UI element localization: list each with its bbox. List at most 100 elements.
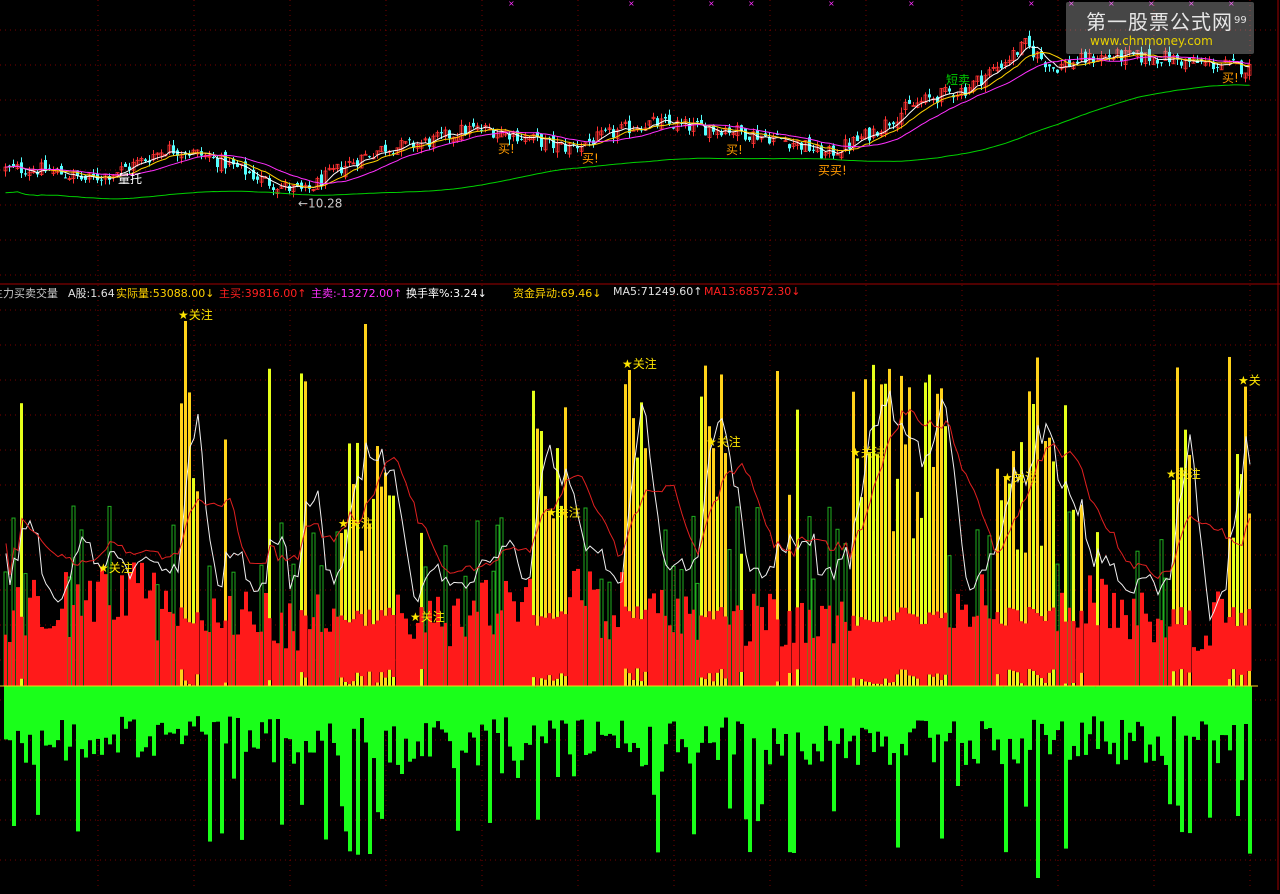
candle — [144, 159, 147, 162]
sell-volume-bar — [4, 686, 8, 740]
sell-volume-bar — [360, 686, 364, 719]
buy-volume-fill — [444, 622, 447, 686]
sell-volume-bar — [344, 686, 348, 832]
sell-volume-bar — [1084, 686, 1088, 755]
candle — [1160, 62, 1163, 64]
buy-volume-base — [719, 607, 724, 670]
buy-volume-base — [1063, 621, 1068, 684]
sell-volume-bar — [148, 686, 152, 737]
sell-volume-bar — [572, 686, 576, 777]
sell-volume-bar — [908, 686, 912, 733]
sell-volume-bar — [40, 686, 44, 731]
sell-volume-bar — [228, 686, 232, 717]
sell-volume-bar — [276, 686, 280, 720]
buy-volume-bar — [508, 592, 512, 686]
sell-volume-bar — [796, 686, 800, 733]
sell-volume-bar — [56, 686, 60, 741]
sell-volume-bar — [596, 686, 600, 722]
candle — [1232, 58, 1235, 61]
buy-volume-base — [899, 607, 904, 670]
buy-volume-fill — [756, 605, 759, 686]
buy-volume-bar — [148, 590, 152, 686]
sell-volume-bar — [1172, 686, 1176, 717]
sell-volume-bar — [420, 686, 424, 757]
candle — [408, 139, 411, 141]
sell-volume-bar — [1008, 686, 1012, 739]
buy-volume-base — [1051, 607, 1056, 670]
buy-volume-base — [367, 609, 372, 672]
sell-volume-bar — [1000, 686, 1004, 765]
buy-volume-bar — [760, 607, 764, 686]
sell-volume-bar — [620, 686, 624, 721]
sell-volume-bar — [448, 686, 452, 742]
sell-volume-bar — [1012, 686, 1016, 760]
sell-volume-bar — [504, 686, 508, 718]
sell-volume-bar — [824, 686, 828, 726]
sell-volume-bar — [604, 686, 608, 736]
sell-volume-bar — [1152, 686, 1156, 761]
buy-volume-bar — [516, 621, 520, 686]
candle — [1056, 69, 1059, 73]
sell-volume-bar — [1236, 686, 1240, 816]
watch-signal-label: ★关注 — [1002, 470, 1037, 485]
sell-volume-bar — [948, 686, 952, 733]
buy-volume-fill — [24, 635, 27, 686]
buy-volume-bar — [1156, 618, 1160, 686]
buy-volume-bar — [1124, 615, 1128, 686]
buy-volume-fill — [320, 631, 323, 686]
buy-volume-bar — [468, 615, 472, 686]
sell-volume-bar — [168, 686, 172, 733]
buy-volume-bar — [1060, 592, 1064, 686]
buy-volume-fill — [692, 609, 695, 686]
watch-signal-label: ★关注 — [850, 444, 885, 459]
volume-chart[interactable]: ★关注 ★关注 ★关注 ★关注 ★关注 ★关注 ★关注 ★关注 ★关注 ★关注 ★关 — [0, 307, 1261, 878]
buy-volume-fill — [948, 627, 951, 686]
sell-volume-bar — [1160, 686, 1164, 756]
candle — [1028, 35, 1031, 47]
buy-volume-base — [563, 614, 568, 677]
sell-volume-bar — [540, 686, 544, 737]
sell-volume-bar — [188, 686, 192, 722]
buy-volume-fill — [312, 617, 315, 686]
ma5-line — [5, 45, 1250, 189]
watch-signal-label: ★关注 — [178, 307, 213, 322]
buy-volume-bar — [732, 611, 736, 686]
buy-volume-bar — [1076, 627, 1080, 686]
sell-volume-bar — [516, 686, 520, 778]
buy-volume-bar — [784, 644, 788, 686]
buy-volume-base — [891, 620, 896, 683]
buy-volume-bar — [404, 618, 408, 686]
chart-canvas: 量托←10.28买!买!买!买买!短卖 买!× × × × × × × × × × × × ★关注 ★关注… — [0, 0, 1280, 890]
sell-volume-bar — [568, 686, 572, 755]
price-chart[interactable]: 量托←10.28买!买!买!买买!短卖 买!× × × × × × × × × × × × — [3, 0, 1252, 210]
sell-volume-bar — [72, 686, 76, 725]
sell-volume-bar — [728, 686, 732, 809]
sell-volume-bar — [532, 686, 536, 726]
candle — [12, 163, 15, 167]
sell-volume-bar — [172, 686, 176, 734]
sell-volume-bar — [24, 686, 28, 763]
sell-volume-bar — [144, 686, 148, 748]
buy-volume-bar — [140, 562, 144, 686]
sell-volume-bar — [544, 686, 548, 744]
candle — [783, 140, 788, 143]
buy-volume-base — [911, 614, 916, 677]
sell-volume-bar — [464, 686, 468, 753]
buy-volume-base — [547, 613, 552, 676]
buy-volume-bar — [88, 580, 92, 686]
buy-volume-bar — [648, 598, 652, 686]
buy-volume-bar — [132, 562, 136, 686]
candle — [788, 144, 791, 149]
buy-volume-bar — [1084, 623, 1088, 686]
buy-volume-bar — [84, 600, 88, 686]
sell-volume-bar — [1096, 686, 1100, 749]
buy-volume-bar — [332, 608, 336, 686]
sell-volume-bar — [384, 686, 388, 731]
buy-volume-bar — [1208, 645, 1212, 686]
buy-volume-fill — [68, 636, 71, 686]
buy-volume-bar — [772, 599, 776, 686]
buy-volume-fill — [500, 610, 503, 686]
sell-volume-bar — [200, 686, 204, 732]
sell-volume-bar — [28, 686, 32, 735]
candle — [832, 145, 835, 156]
